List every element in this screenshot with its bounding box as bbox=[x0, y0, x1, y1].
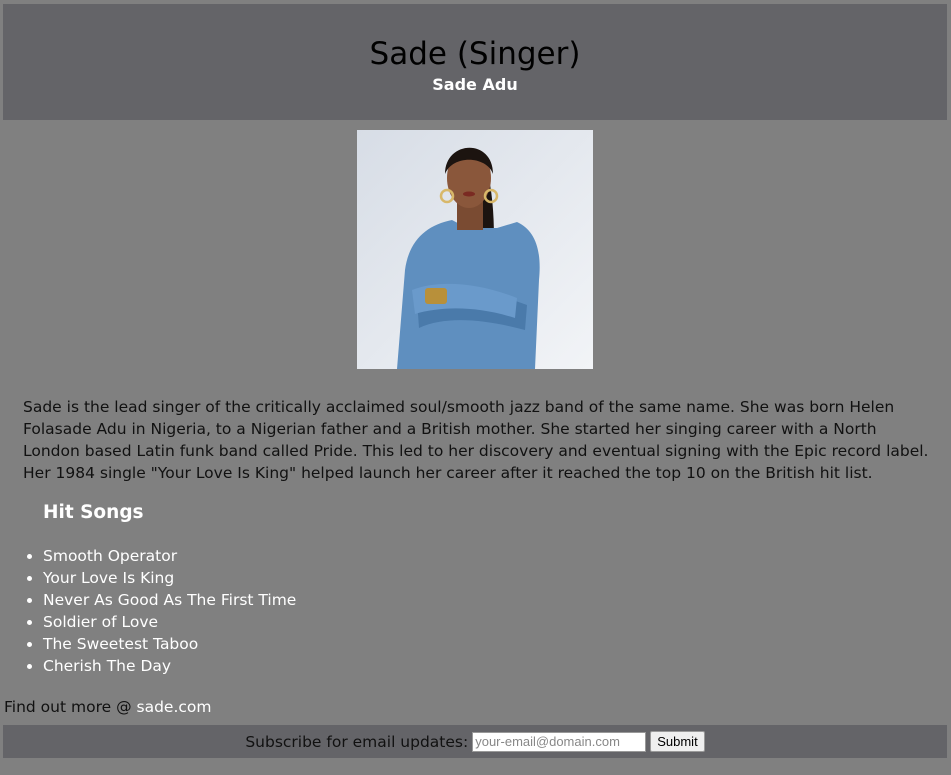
list-item: The Sweetest Taboo bbox=[43, 633, 296, 655]
hit-songs-heading: Hit Songs bbox=[43, 502, 144, 523]
list-item: Smooth Operator bbox=[43, 545, 296, 567]
email-input[interactable] bbox=[472, 731, 647, 752]
page-subtitle: Sade Adu bbox=[432, 75, 518, 94]
portrait-image bbox=[357, 130, 593, 369]
hit-songs-list: Smooth Operator Your Love Is King Never … bbox=[0, 545, 296, 677]
list-item: Your Love Is King bbox=[43, 567, 296, 589]
bio-paragraph: Sade is the lead singer of the criticall… bbox=[23, 398, 929, 482]
list-item: Cherish The Day bbox=[43, 655, 296, 677]
page-title: Sade (Singer) bbox=[369, 36, 581, 72]
subscribe-bar: Subscribe for email updates: Submit bbox=[3, 725, 947, 758]
sade-website-link[interactable]: sade.com bbox=[137, 698, 212, 716]
page-header: Sade (Singer) Sade Adu bbox=[3, 4, 947, 120]
find-out-more: Find out more @ sade.com bbox=[4, 698, 211, 716]
submit-button[interactable]: Submit bbox=[650, 731, 705, 752]
list-item: Soldier of Love bbox=[43, 611, 296, 633]
subscribe-label: Subscribe for email updates: bbox=[245, 732, 469, 751]
portrait-photo-icon bbox=[357, 130, 593, 369]
find-out-more-label: Find out more @ bbox=[4, 698, 137, 716]
list-item: Never As Good As The First Time bbox=[43, 589, 296, 611]
